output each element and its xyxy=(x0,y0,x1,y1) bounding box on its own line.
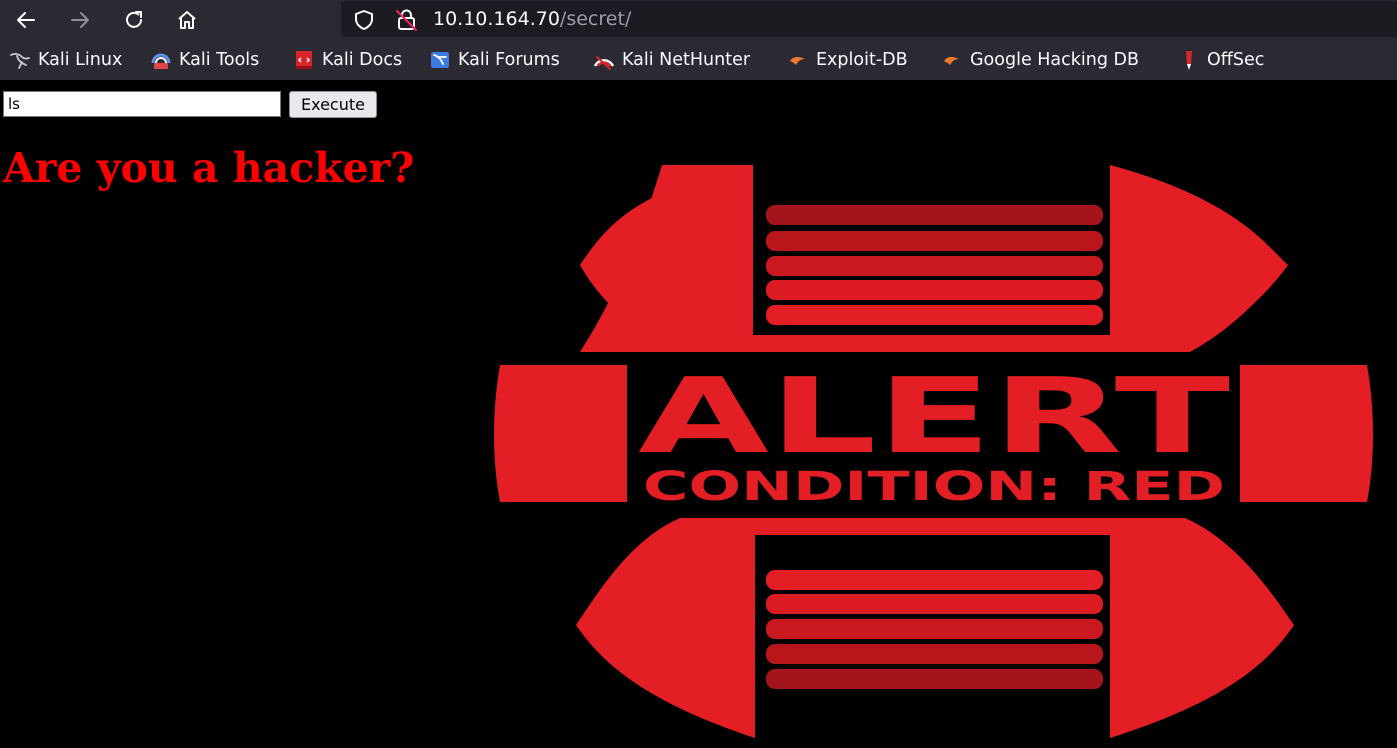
top-base-bar xyxy=(752,335,1116,352)
kali-dragon-icon xyxy=(9,49,31,71)
top-right-shape xyxy=(1110,165,1288,352)
bookmark-exploit-db[interactable]: Exploit-DB xyxy=(787,49,908,71)
back-icon[interactable] xyxy=(10,4,42,36)
bookmark-kali-linux[interactable]: Kali Linux xyxy=(9,49,122,71)
bookmark-label: Kali Tools xyxy=(179,50,260,70)
alert-title: ALERT xyxy=(638,355,1230,477)
alert-subtitle: CONDITION: RED xyxy=(643,464,1225,510)
kali-docs-icon xyxy=(293,49,315,71)
bookmark-kali-docs[interactable]: Kali Docs xyxy=(293,49,402,71)
browser-toolbar: 10.10.164.70/secret/ xyxy=(0,0,1397,40)
bottom-left-shape xyxy=(576,518,755,738)
bookmark-kali-nethunter[interactable]: Kali NetHunter xyxy=(593,49,750,71)
ghdb-icon xyxy=(941,49,963,71)
bookmark-kali-tools[interactable]: Kali Tools xyxy=(150,49,259,71)
exploit-db-icon xyxy=(787,49,809,71)
middle-left-cap xyxy=(494,365,627,502)
offsec-icon xyxy=(1178,49,1200,71)
execute-button[interactable]: Execute xyxy=(289,91,377,118)
forward-icon[interactable] xyxy=(64,4,96,36)
bottom-stripe xyxy=(766,669,1103,689)
tracking-protection-shield-icon[interactable] xyxy=(353,9,375,35)
bookmarks-toolbar: Kali Linux Kali Tools Kali Docs Kali For… xyxy=(0,40,1397,80)
top-stripe xyxy=(766,256,1103,276)
bookmark-offsec[interactable]: OffSec xyxy=(1178,49,1264,71)
bookmark-label: Kali NetHunter xyxy=(622,50,751,70)
url-host: 10.10.164.70 xyxy=(433,8,560,30)
bookmark-label: Kali Linux xyxy=(38,50,123,70)
bookmark-kali-forums[interactable]: Kali Forums xyxy=(429,49,560,71)
bottom-stripe xyxy=(766,619,1103,639)
bottom-stripe xyxy=(766,570,1103,590)
kali-tools-icon xyxy=(150,49,172,71)
bookmark-label: Kali Forums xyxy=(458,50,560,70)
command-input[interactable] xyxy=(3,91,281,117)
address-bar[interactable]: 10.10.164.70/secret/ xyxy=(341,1,1397,37)
reload-icon[interactable] xyxy=(118,4,150,36)
insecure-lock-icon[interactable] xyxy=(395,8,419,36)
bottom-stripe xyxy=(766,644,1103,664)
bookmark-label: Exploit-DB xyxy=(816,50,908,70)
bookmark-google-hacking-db[interactable]: Google Hacking DB xyxy=(941,49,1139,71)
kali-forums-icon xyxy=(429,49,451,71)
bottom-right-shape xyxy=(1110,518,1294,738)
top-stripe xyxy=(766,231,1103,251)
page-headline: Are you a hacker? xyxy=(3,144,415,192)
bottom-stripe xyxy=(766,594,1103,614)
url-path: /secret/ xyxy=(559,8,632,30)
bottom-base-bar xyxy=(752,518,1116,535)
top-stripe xyxy=(766,280,1103,300)
bookmark-label: Kali Docs xyxy=(322,50,403,70)
top-stripe xyxy=(766,205,1103,225)
top-stripe xyxy=(766,305,1103,325)
home-icon[interactable] xyxy=(171,4,203,36)
middle-right-cap xyxy=(1240,365,1373,502)
bookmark-label: Google Hacking DB xyxy=(970,50,1140,70)
url-text[interactable]: 10.10.164.70/secret/ xyxy=(433,7,631,31)
kali-nethunter-icon xyxy=(593,49,615,71)
alert-condition-red-image: ALERT CONDITION: RED xyxy=(494,165,1373,738)
bookmark-label: OffSec xyxy=(1207,50,1265,70)
